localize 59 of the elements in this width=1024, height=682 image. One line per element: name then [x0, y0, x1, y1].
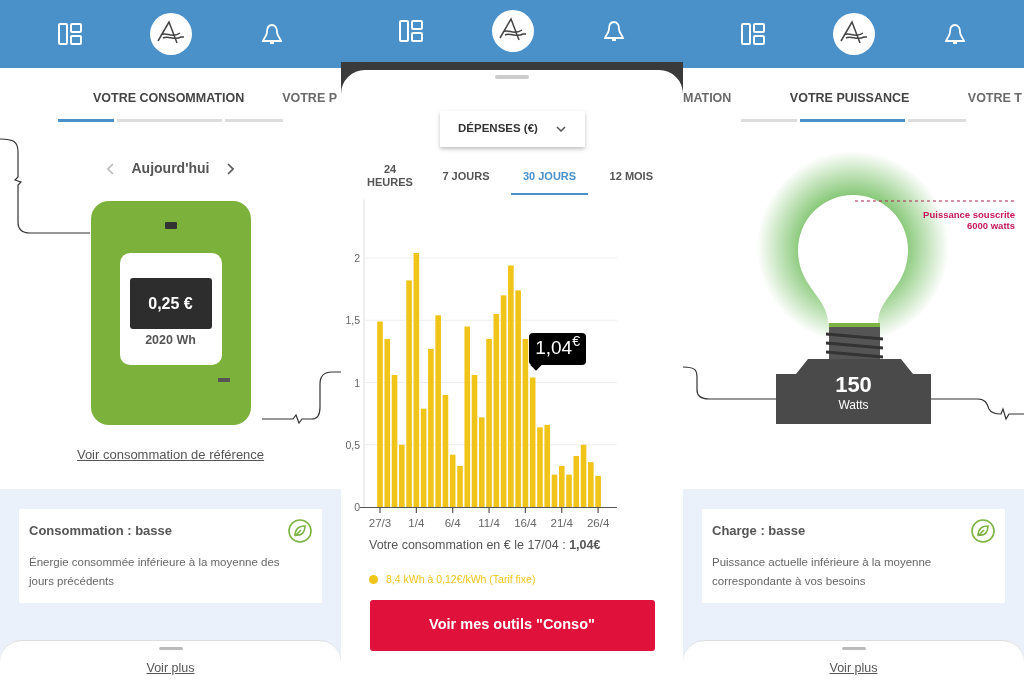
value-tooltip: 1,04$^{€}$: [529, 332, 587, 365]
expenses-dropdown[interactable]: DÉPENSES (€): [439, 111, 585, 147]
y-axis-label: 1: [354, 376, 360, 389]
dashboard-icon[interactable]: [741, 23, 766, 45]
see-more-link[interactable]: Voir plus: [146, 659, 195, 678]
period-tab[interactable]: 24 HEURES: [359, 159, 421, 195]
dashboard-icon[interactable]: [58, 23, 83, 45]
bell-icon[interactable]: [943, 23, 966, 45]
caret-icon: [555, 126, 566, 132]
dashboard-icon[interactable]: [399, 20, 424, 42]
subscribed-power-value: 6000 watts: [966, 220, 1015, 231]
x-axis-label: 16/4: [514, 517, 537, 529]
x-axis-label: 27/3: [368, 517, 392, 529]
tab-selected[interactable]: VOTRE CONSOMMATION: [93, 88, 245, 108]
next-icon[interactable]: [227, 162, 235, 175]
x-axis-label: 11/4: [478, 517, 500, 529]
tab[interactable]: VOTRE T: [967, 88, 1022, 108]
card-title: Charge : basse: [712, 522, 806, 541]
tools-button[interactable]: Voir mes outils "Conso": [369, 599, 655, 651]
logo-icon[interactable]: [492, 10, 534, 52]
leaf-icon: [971, 519, 995, 543]
period-tab[interactable]: 12 MOIS: [597, 159, 665, 195]
y-axis-label: 0,5: [345, 438, 360, 451]
logo-icon[interactable]: [150, 13, 193, 55]
y-axis-label: 2: [354, 252, 360, 264]
meter-energy: 2020 Wh: [145, 332, 196, 349]
x-axis-label: 1/4: [408, 517, 425, 529]
x-axis-label: 26/4: [586, 517, 610, 529]
card-title: Consommation : basse: [29, 522, 173, 541]
drag-handle[interactable]: [495, 75, 529, 79]
bell-icon[interactable]: [260, 23, 283, 45]
subscribed-power-label: Puissance souscrite: [923, 209, 1015, 220]
logo-icon[interactable]: [833, 13, 876, 55]
bell-icon[interactable]: [602, 20, 625, 42]
period-tab[interactable]: 30 JOURS: [510, 159, 589, 195]
power-value: 150: [835, 372, 872, 398]
card-description: Puissance actuelle inférieure à la moyenne correspondante à vos besoins: [712, 555, 933, 589]
tab-selected[interactable]: VOTRE PUISSANCE: [789, 88, 910, 108]
period-tab[interactable]: 7 JOURS: [430, 159, 502, 195]
tab[interactable]: MATION: [683, 88, 732, 108]
consumption-summary: Votre consommation en € le 17/04 : 1,04€: [369, 537, 601, 554]
see-more-link[interactable]: Voir plus: [829, 659, 878, 678]
meter-led: [164, 222, 177, 229]
period-label: Aujourd'hui: [131, 159, 210, 178]
card-description: Énergie consommée inférieure à la moyenne des jours précédents: [29, 555, 281, 589]
x-axis-label: 6/4: [444, 517, 461, 529]
drag-handle[interactable]: [841, 647, 866, 650]
tab[interactable]: VOTRE P: [282, 88, 338, 108]
y-axis-label: 0: [354, 501, 360, 513]
leaf-icon: [288, 519, 312, 543]
drag-handle[interactable]: [158, 647, 183, 650]
meter-display: 0,25 €: [129, 278, 212, 329]
power-unit: Watts: [838, 398, 869, 412]
x-axis-label: 21/4: [550, 517, 573, 529]
previous-icon[interactable]: [106, 162, 114, 175]
legend-text: 8,4 kWh à 0,12€/kWh (Tarif fixe): [386, 571, 536, 587]
y-axis-label: 1,5: [345, 314, 360, 327]
reference-link[interactable]: Voir consommation de référence: [76, 445, 265, 465]
connector-icon: [217, 378, 230, 382]
